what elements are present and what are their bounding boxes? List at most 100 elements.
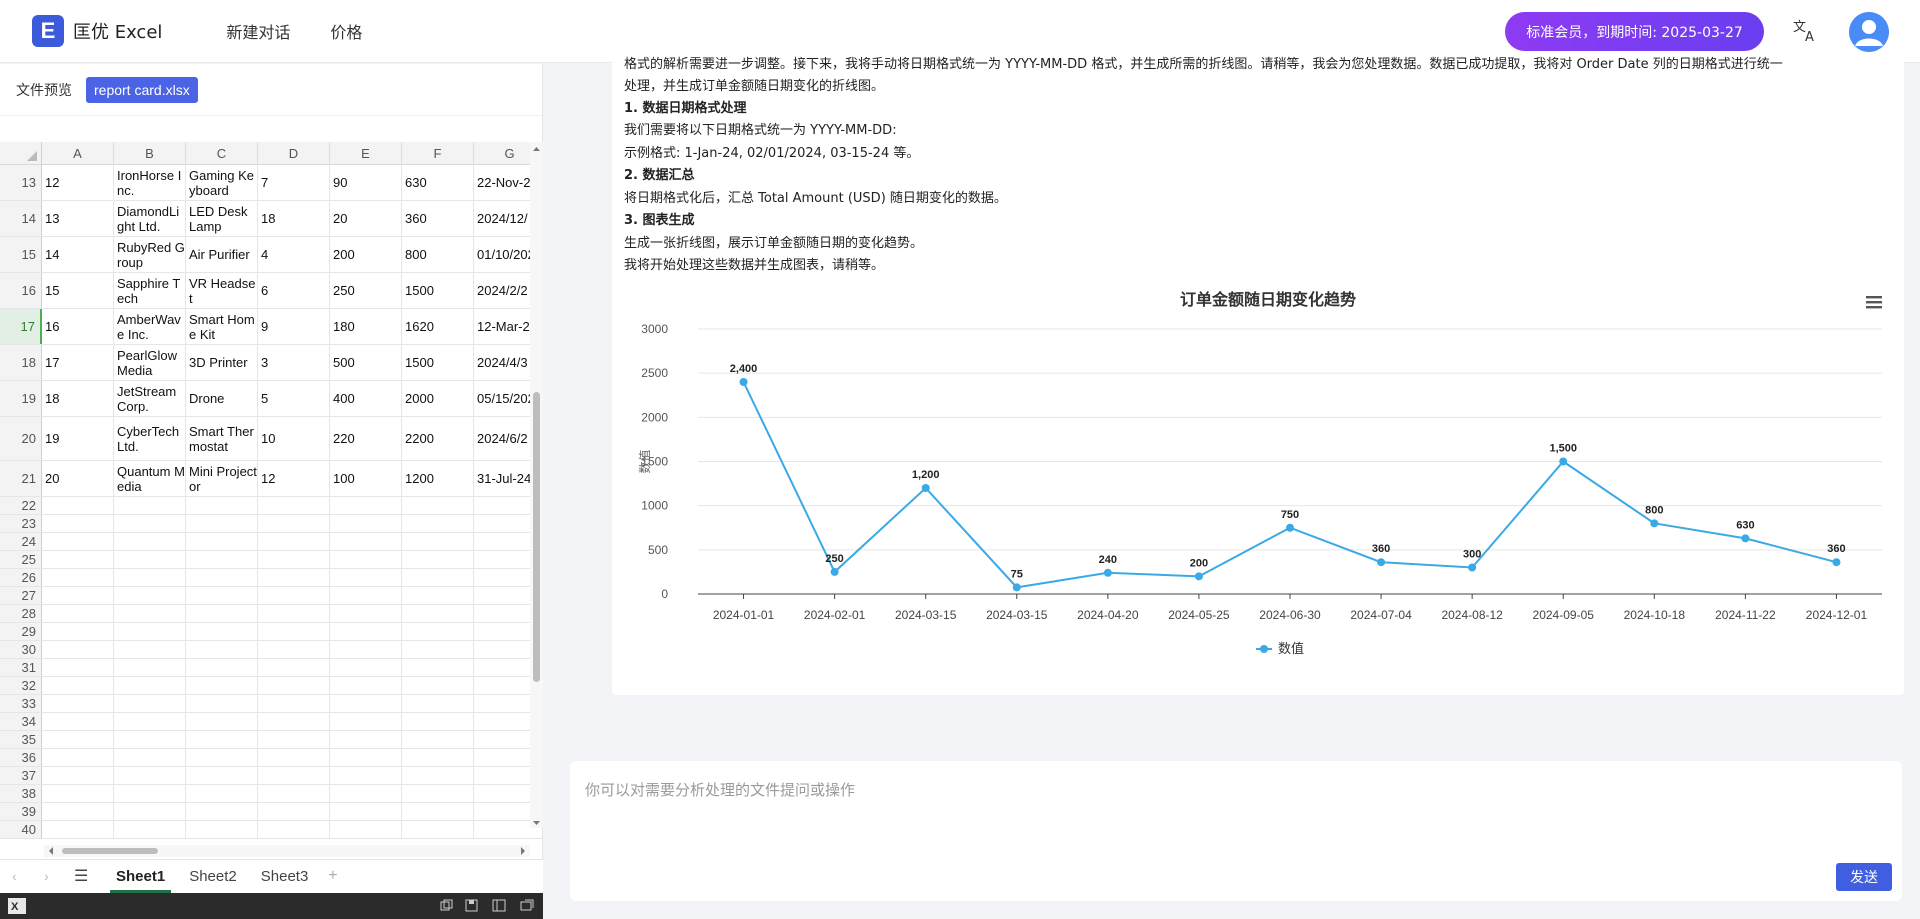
cell[interactable]: 800 [402,237,474,272]
cell[interactable]: 3 [258,345,330,380]
cell[interactable] [114,785,186,802]
row-number[interactable]: 39 [0,803,42,820]
cell[interactable] [42,749,114,766]
cell[interactable] [258,695,330,712]
horizontal-scroll-thumb[interactable] [62,848,158,854]
cell[interactable]: 630 [402,165,474,200]
select-all-corner[interactable] [0,142,42,165]
cell[interactable] [42,803,114,820]
cell[interactable] [42,785,114,802]
translate-icon[interactable]: 文 A [1792,18,1820,45]
cell[interactable] [186,533,258,550]
cell[interactable] [330,551,402,568]
user-avatar-icon[interactable] [1849,12,1889,52]
row-number[interactable]: 27 [0,587,42,604]
cell[interactable] [258,641,330,658]
cell[interactable] [114,803,186,820]
cell[interactable] [114,749,186,766]
cell[interactable]: 16 [42,309,114,344]
vertical-scroll-thumb[interactable] [533,392,540,682]
cell[interactable]: 2200 [402,417,474,460]
cell[interactable] [330,749,402,766]
cell[interactable] [258,821,330,838]
cell[interactable] [402,587,474,604]
cell[interactable]: 7 [258,165,330,200]
data-point[interactable] [1468,563,1477,572]
cell[interactable] [114,533,186,550]
cell[interactable] [402,821,474,838]
cell[interactable] [186,587,258,604]
data-point[interactable] [1559,457,1568,466]
cell[interactable] [258,677,330,694]
horizontal-scrollbar[interactable] [44,845,530,857]
send-button[interactable]: 发送 [1836,863,1892,891]
cell[interactable]: 400 [330,381,402,416]
cell[interactable] [186,767,258,784]
cell[interactable]: 15 [42,273,114,308]
column-header-d[interactable]: D [258,142,330,165]
cell[interactable]: CyberTech Ltd. [114,417,186,460]
row-number[interactable]: 19 [0,381,42,416]
cell[interactable] [402,767,474,784]
data-point[interactable] [1377,558,1386,567]
cell[interactable] [258,497,330,514]
nav-new-chat[interactable]: 新建对话 [226,19,290,43]
cell[interactable] [114,713,186,730]
cell[interactable] [330,587,402,604]
cell[interactable] [330,767,402,784]
cell[interactable] [114,731,186,748]
cell[interactable] [114,767,186,784]
cell[interactable]: 90 [330,165,402,200]
nav-pricing[interactable]: 价格 [330,19,362,43]
cell[interactable] [330,569,402,586]
row-number[interactable]: 34 [0,713,42,730]
chat-input-box[interactable]: 你可以对需要分析处理的文件提问或操作 发送 [570,761,1902,901]
cell[interactable]: 360 [402,201,474,236]
add-sheet-icon[interactable]: + [328,867,337,885]
cell[interactable] [258,731,330,748]
data-point[interactable] [1194,572,1203,581]
cell[interactable] [186,623,258,640]
column-header-c[interactable]: C [186,142,258,165]
cell[interactable] [42,623,114,640]
membership-badge[interactable]: 标准会员，到期时间: 2025-03-27 [1505,12,1764,51]
cell[interactable] [114,605,186,622]
data-point[interactable] [739,378,748,386]
cell[interactable]: Gaming Keyboard [186,165,258,200]
cell[interactable] [42,569,114,586]
row-number[interactable]: 24 [0,533,42,550]
cell[interactable] [42,605,114,622]
cell[interactable]: 100 [330,461,402,496]
cell[interactable] [42,515,114,532]
cell[interactable] [186,551,258,568]
fullscreen-icon[interactable] [520,899,534,912]
cell[interactable]: 18 [42,381,114,416]
cell[interactable] [42,767,114,784]
row-number[interactable]: 20 [0,417,42,460]
sheet-list-icon[interactable]: ☰ [74,866,98,886]
cell[interactable]: 1500 [402,273,474,308]
cell[interactable] [114,695,186,712]
data-point[interactable] [1103,568,1112,577]
cell[interactable] [402,551,474,568]
cell[interactable]: 13 [42,201,114,236]
chat-input-placeholder[interactable]: 你可以对需要分析处理的文件提问或操作 [585,779,855,800]
cell[interactable]: Smart Thermostat [186,417,258,460]
cell[interactable] [42,821,114,838]
cell[interactable] [42,641,114,658]
row-number[interactable]: 29 [0,623,42,640]
legend-label[interactable]: 数值 [1278,641,1304,657]
cell[interactable]: 9 [258,309,330,344]
cell[interactable] [402,713,474,730]
row-number[interactable]: 28 [0,605,42,622]
data-point[interactable] [921,484,930,492]
row-number[interactable]: 33 [0,695,42,712]
cell[interactable] [186,731,258,748]
cell[interactable] [42,497,114,514]
cell[interactable] [186,605,258,622]
cell[interactable] [402,515,474,532]
cell[interactable] [402,641,474,658]
cell[interactable] [258,785,330,802]
cell[interactable] [330,641,402,658]
cell[interactable]: DiamondLight Ltd. [114,201,186,236]
